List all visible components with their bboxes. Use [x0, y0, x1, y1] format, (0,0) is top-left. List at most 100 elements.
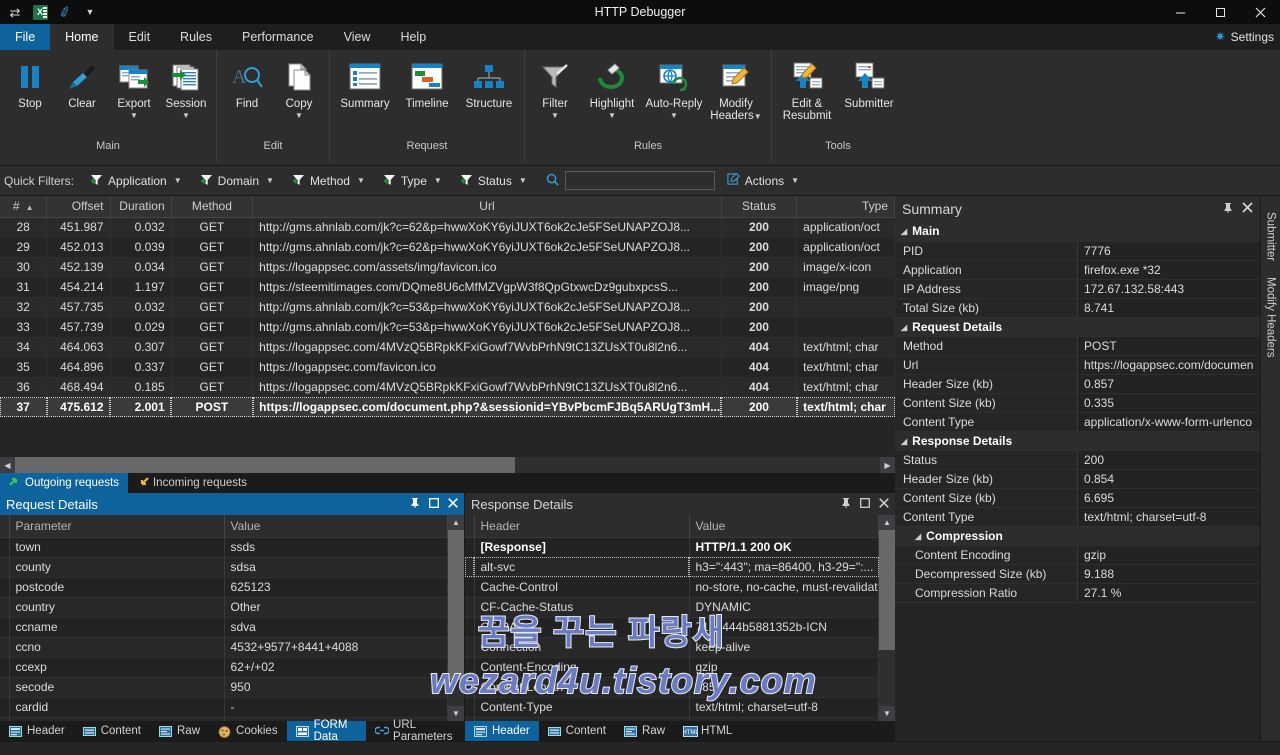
- table-row[interactable]: alt-svc h3=":443"; ma=86400, h3-29=":...: [465, 557, 879, 578]
- summary-group-header[interactable]: ◢ Compression: [895, 526, 1260, 546]
- stop-button[interactable]: Stop: [4, 54, 56, 110]
- auto-reply-button[interactable]: Auto-Reply ▼: [643, 54, 705, 120]
- chevron-down-icon[interactable]: ▼: [130, 111, 138, 120]
- side-tab-modify-headers[interactable]: Modify Headers: [1262, 269, 1280, 366]
- edit-resubmit-button[interactable]: Edit & Resubmit: [776, 54, 838, 122]
- maximize-icon[interactable]: [860, 497, 870, 511]
- table-row[interactable]: ccname sdva: [0, 617, 448, 638]
- chevron-down-icon[interactable]: ▼: [434, 176, 442, 185]
- column-header-duration[interactable]: Duration: [110, 196, 172, 218]
- modify-headers-button[interactable]: Modify Headers▼: [705, 54, 767, 123]
- chevron-down-icon[interactable]: ▼: [608, 111, 616, 120]
- table-row[interactable]: 28 451.987 0.032 GET http://gms.ahnlab.com/j…: [0, 217, 895, 238]
- summary-row[interactable]: Header Size (kb) 0.857: [895, 374, 1260, 394]
- summary-row[interactable]: Compression Ratio 27.1 %: [895, 583, 1260, 603]
- chevron-down-icon[interactable]: ▼: [791, 176, 799, 185]
- export-button[interactable]: Export ▼: [108, 54, 160, 120]
- summary-group-header[interactable]: ◢ Request Details: [895, 317, 1260, 337]
- clear-button[interactable]: Clear: [56, 54, 108, 110]
- response-tab-header[interactable]: Header: [465, 721, 539, 741]
- chevron-down-icon[interactable]: ▼: [266, 176, 274, 185]
- pin-icon[interactable]: [841, 497, 851, 511]
- request-tab-url-parameters[interactable]: URL Parameters: [366, 719, 464, 743]
- chevron-down-icon[interactable]: ▼: [182, 111, 190, 120]
- structure-button[interactable]: Structure: [458, 54, 520, 110]
- chevron-down-icon[interactable]: ▼: [670, 111, 678, 120]
- grid-horizontal-scrollbar[interactable]: ◀ ▶: [0, 457, 895, 473]
- quick-filter-status[interactable]: Status ▼: [451, 174, 536, 188]
- find-button[interactable]: A Find: [221, 54, 273, 110]
- chevron-down-icon[interactable]: ▼: [174, 176, 182, 185]
- expand-triangle-icon[interactable]: ◢: [901, 437, 907, 446]
- ribbon-tab-rules[interactable]: Rules: [165, 24, 227, 50]
- pin-icon[interactable]: [410, 497, 420, 511]
- expand-triangle-icon[interactable]: ◢: [915, 532, 921, 541]
- highlight-button[interactable]: Highlight ▼: [581, 54, 643, 120]
- request-tab-header[interactable]: Header: [0, 721, 74, 741]
- close-icon[interactable]: [448, 497, 458, 511]
- summary-row[interactable]: Content Type application/x-www-form-urlen…: [895, 412, 1260, 432]
- timeline-button[interactable]: Timeline: [396, 54, 458, 110]
- chevron-down-icon[interactable]: ▼: [754, 112, 762, 121]
- quick-filter-method[interactable]: Method ▼: [283, 174, 374, 188]
- vscroll-thumb[interactable]: [879, 530, 895, 650]
- settings-button[interactable]: ✷ Settings: [1215, 24, 1280, 50]
- response-tab-html[interactable]: HTML HTML: [674, 721, 741, 741]
- ribbon-tab-performance[interactable]: Performance: [227, 24, 329, 50]
- column-header-offset[interactable]: Offset: [46, 196, 111, 218]
- table-row[interactable]: ccexp 62+/+02: [0, 657, 448, 678]
- column-header-num[interactable]: # ▲: [0, 196, 48, 218]
- summary-row[interactable]: Application firefox.exe *32: [895, 260, 1260, 280]
- request-details-vertical-scrollbar[interactable]: ▲ ▼: [448, 515, 464, 721]
- chevron-down-icon[interactable]: ▼: [551, 111, 559, 120]
- table-row[interactable]: 35 464.896 0.337 GET https://logappsec.com/f…: [0, 357, 895, 378]
- search-icon[interactable]: [546, 173, 559, 189]
- vscroll-thumb[interactable]: [448, 530, 464, 680]
- column-header-type[interactable]: Type: [796, 196, 895, 218]
- scroll-left-button[interactable]: ◀: [0, 457, 15, 473]
- column-header-header[interactable]: Header: [474, 515, 690, 538]
- table-row[interactable]: 30 452.139 0.034 GET https://logappsec.com/a…: [0, 257, 895, 278]
- vscroll-track[interactable]: [448, 530, 464, 706]
- table-row[interactable]: 31 454.214 1.197 GET https://steemitimages.c…: [0, 277, 895, 298]
- column-header-value[interactable]: Value: [689, 515, 879, 538]
- table-row[interactable]: postcode 625123: [0, 577, 448, 598]
- scroll-down-button[interactable]: ▼: [879, 706, 895, 721]
- table-row[interactable]: ccno 4532+9577+8441+4088: [0, 637, 448, 658]
- quick-filter-application[interactable]: Application ▼: [81, 174, 191, 188]
- table-row[interactable]: 33 457.739 0.029 GET http://gms.ahnlab.com/j…: [0, 317, 895, 338]
- table-row[interactable]: CF-RAY 7183444b5881352b-ICN: [465, 617, 879, 638]
- minimize-button[interactable]: [1160, 0, 1200, 24]
- summary-row[interactable]: Content Encoding gzip: [895, 545, 1260, 565]
- maximize-button[interactable]: [1200, 0, 1240, 24]
- close-icon[interactable]: [879, 497, 889, 511]
- table-row[interactable]: country Other: [0, 597, 448, 618]
- vscroll-track[interactable]: [879, 530, 895, 706]
- table-row[interactable]: secode 950: [0, 677, 448, 698]
- table-row[interactable]: county sdsa: [0, 557, 448, 578]
- table-row[interactable]: [Response] HTTP/1.1 200 OK: [465, 537, 879, 558]
- expand-triangle-icon[interactable]: ◢: [901, 323, 907, 332]
- quick-filter-domain[interactable]: Domain ▼: [191, 174, 283, 188]
- maximize-icon[interactable]: [429, 497, 439, 511]
- table-row[interactable]: 32 457.735 0.032 GET http://gms.ahnlab.com/j…: [0, 297, 895, 318]
- sync-icon[interactable]: ⇄: [6, 4, 24, 20]
- response-details-vertical-scrollbar[interactable]: ▲ ▼: [879, 515, 895, 721]
- ribbon-tab-home[interactable]: Home: [50, 24, 114, 50]
- column-header-method[interactable]: Method: [171, 196, 254, 218]
- response-tab-raw[interactable]: Raw: [615, 721, 674, 741]
- session-button[interactable]: Session ▼: [160, 54, 212, 120]
- summary-row[interactable]: Decompressed Size (kb) 9.188: [895, 564, 1260, 584]
- hscroll-track[interactable]: [15, 457, 880, 473]
- table-row[interactable]: Content-Type text/html; charset=utf-8: [465, 697, 879, 718]
- summary-button[interactable]: Summary: [334, 54, 396, 110]
- scroll-up-button[interactable]: ▲: [879, 515, 895, 530]
- side-tab-submitter[interactable]: Submitter: [1262, 204, 1280, 269]
- table-row[interactable]: 37 475.612 2.001 POST https://logappsec.com/…: [0, 397, 895, 418]
- hscroll-thumb[interactable]: [15, 457, 515, 473]
- excel-icon[interactable]: X: [31, 4, 49, 20]
- summary-row[interactable]: Method POST: [895, 336, 1260, 356]
- brush-icon[interactable]: ✐: [54, 1, 76, 22]
- close-button[interactable]: [1240, 0, 1280, 24]
- ribbon-tab-file[interactable]: File: [0, 24, 51, 50]
